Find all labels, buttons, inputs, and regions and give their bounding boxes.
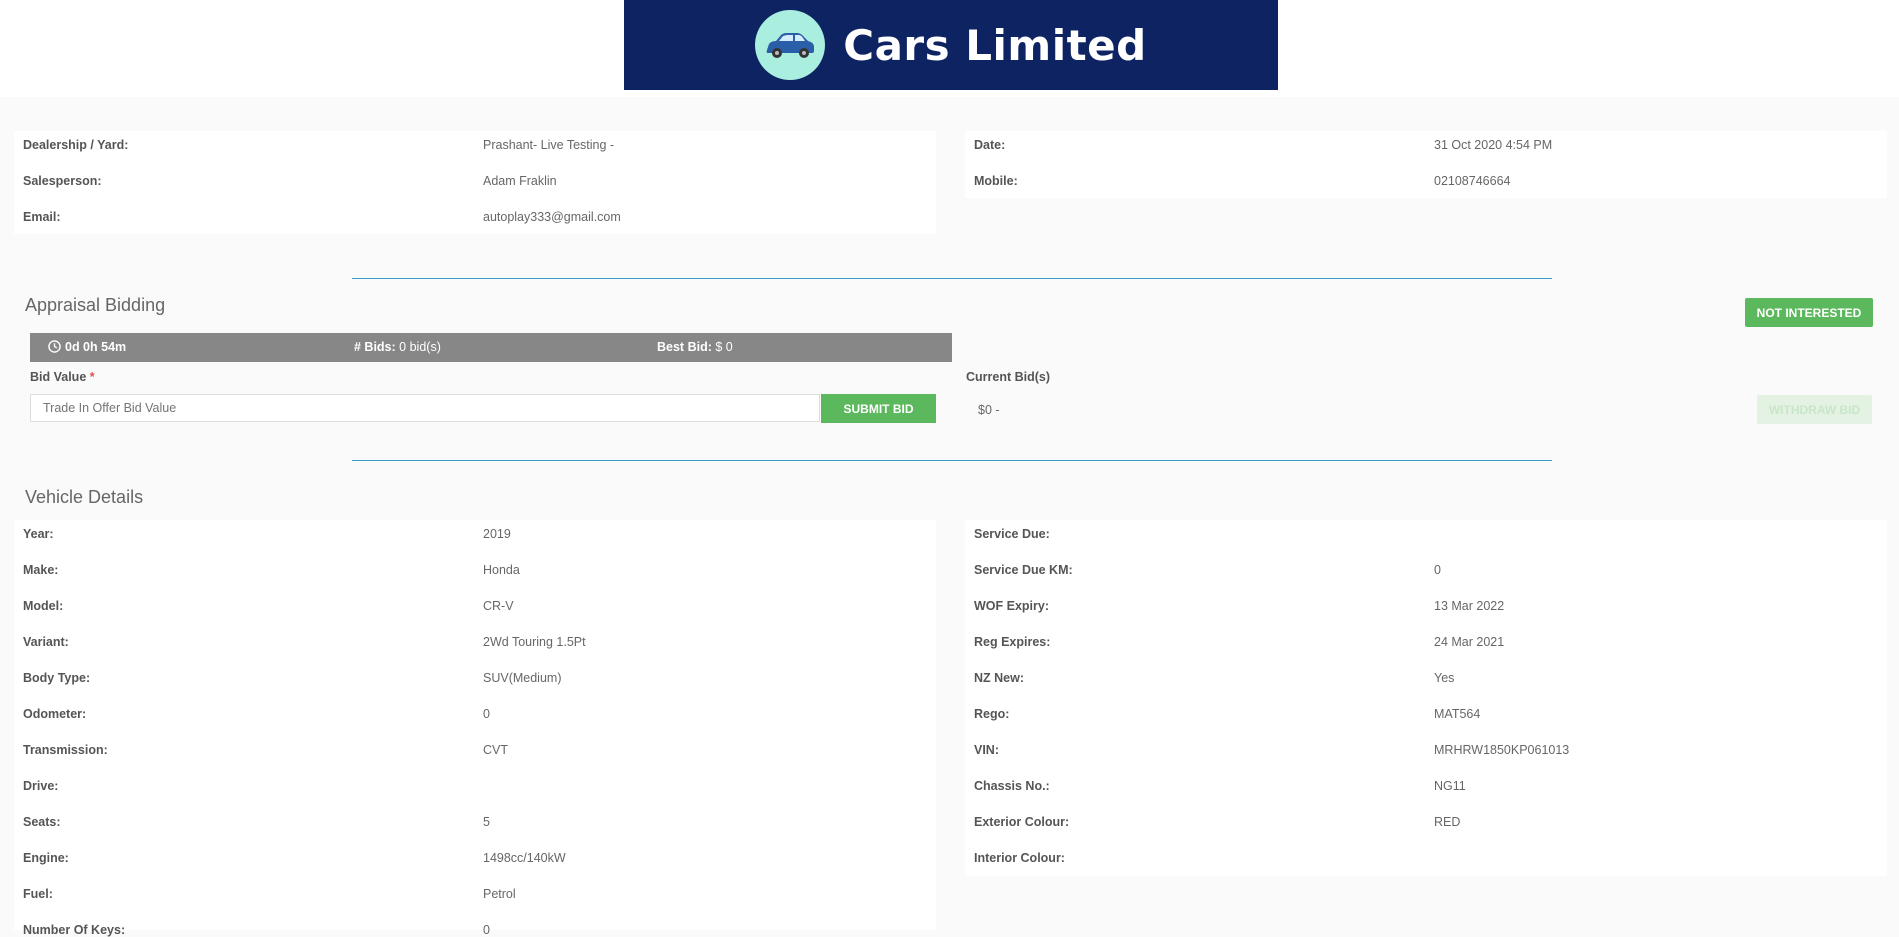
divider [352, 460, 1552, 461]
brand-banner: Cars Limited [624, 0, 1278, 90]
bids-count: # Bids: 0 bid(s) [354, 340, 441, 354]
info-label: Email: [23, 210, 61, 224]
info-value: Adam Fraklin [483, 174, 557, 188]
submit-bid-button[interactable]: SUBMIT BID [821, 394, 936, 423]
vehicle-label: Number Of Keys: [23, 923, 126, 937]
vehicle-label: Service Due KM: [974, 563, 1073, 577]
current-bid-value: $0 - [978, 403, 1000, 417]
timer: 0d 0h 54m [48, 340, 126, 354]
bid-value-label: Bid Value * [30, 370, 95, 384]
date-info-panel: Date: 31 Oct 2020 4:54 PM Mobile: 021087… [965, 131, 1887, 198]
vehicle-label: Service Due: [974, 527, 1050, 541]
vehicle-label: Make: [23, 563, 59, 577]
best-bid-value: $ 0 [715, 340, 733, 354]
vehicle-label: Model: [23, 599, 64, 613]
vehicle-label: Variant: [23, 635, 69, 649]
best-bid: Best Bid: $ 0 [657, 340, 733, 354]
vehicle-value: RED [1434, 815, 1461, 829]
best-bid-label: Best Bid: [657, 340, 712, 354]
vehicle-left-panel: Year: 2019 Make: Honda Model: CR-V Varia… [14, 520, 936, 937]
vehicle-value: CVT [483, 743, 508, 757]
bid-value-input[interactable] [30, 394, 820, 422]
vehicle-label: Reg Expires: [974, 635, 1051, 649]
vehicle-label: Seats: [23, 815, 61, 829]
required-mark: * [89, 370, 95, 384]
vehicle-label: Rego: [974, 707, 1010, 721]
vehicle-label: VIN: [974, 743, 999, 757]
info-value: autoplay333@gmail.com [483, 210, 621, 224]
car-icon [755, 10, 826, 80]
vehicle-value: 0 [1434, 563, 1441, 577]
info-label: Date: [974, 138, 1006, 152]
brand-title: Cars Limited [843, 20, 1147, 70]
bids-label: # Bids: [354, 340, 396, 354]
vehicle-value: 1498cc/140kW [483, 851, 566, 865]
vehicle-value: MAT564 [1434, 707, 1481, 721]
bid-value-label-text: Bid Value [30, 370, 87, 384]
info-value: Prashant- Live Testing - [483, 138, 615, 152]
not-interested-button[interactable]: NOT INTERESTED [1745, 298, 1873, 327]
vehicle-label: Drive: [23, 779, 59, 793]
info-label: Salesperson: [23, 174, 102, 188]
vehicle-title: Vehicle Details [25, 487, 144, 507]
vehicle-label: Interior Colour: [974, 851, 1065, 865]
vehicle-label: Body Type: [23, 671, 91, 685]
bid-status-bar: 0d 0h 54m # Bids: 0 bid(s) Best Bid: $ 0 [30, 333, 952, 362]
divider [352, 278, 1552, 279]
info-label: Mobile: [974, 174, 1018, 188]
vehicle-value: 5 [483, 815, 490, 829]
vehicle-value: MRHRW1850KP061013 [1434, 743, 1570, 757]
info-value: 02108746664 [1434, 174, 1511, 188]
vehicle-label: Engine: [23, 851, 69, 865]
vehicle-label: Odometer: [23, 707, 87, 721]
vehicle-value: NG11 [1434, 779, 1466, 793]
vehicle-value: SUV(Medium) [483, 671, 562, 685]
vehicle-value: Petrol [483, 887, 516, 901]
vehicle-value: 13 Mar 2022 [1434, 599, 1505, 613]
withdraw-bid-button[interactable]: WITHDRAW BID [1757, 395, 1872, 424]
dealer-info-panel: Dealership / Yard: Prashant- Live Testin… [14, 131, 936, 234]
vehicle-label: WOF Expiry: [974, 599, 1050, 613]
info-label: Dealership / Yard: [23, 138, 129, 152]
vehicle-value: 2Wd Touring 1.5Pt [483, 635, 586, 649]
vehicle-label: Year: [23, 527, 54, 541]
vehicle-label: Exterior Colour: [974, 815, 1070, 829]
current-bids-label: Current Bid(s) [966, 370, 1051, 384]
vehicle-value: 24 Mar 2021 [1434, 635, 1505, 649]
clock-icon [48, 340, 61, 353]
vehicle-value: CR-V [483, 599, 514, 613]
info-value: 31 Oct 2020 4:54 PM [1434, 138, 1553, 152]
bidding-title: Appraisal Bidding [25, 295, 166, 315]
vehicle-value: Yes [1434, 671, 1455, 685]
bids-value: 0 bid(s) [399, 340, 441, 354]
vehicle-label: Transmission: [23, 743, 108, 757]
vehicle-right-panel: Service Due: Service Due KM: 0 WOF Expir… [965, 520, 1887, 876]
vehicle-value: 2019 [483, 527, 511, 541]
vehicle-label: NZ New: [974, 671, 1024, 685]
vehicle-value: Honda [483, 563, 520, 577]
timer-value: 0d 0h 54m [65, 340, 127, 354]
vehicle-value: 0 [483, 923, 490, 937]
header: Cars Limited [0, 0, 1899, 97]
vehicle-value: 0 [483, 707, 490, 721]
vehicle-label: Fuel: [23, 887, 53, 901]
vehicle-label: Chassis No.: [974, 779, 1050, 793]
